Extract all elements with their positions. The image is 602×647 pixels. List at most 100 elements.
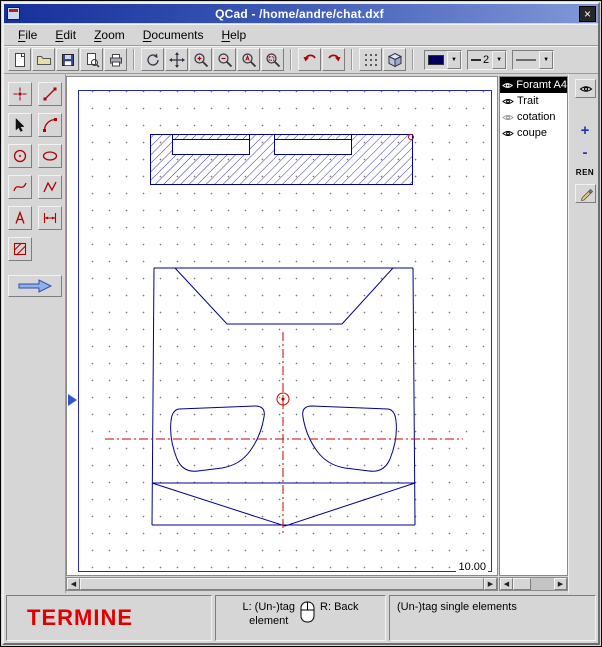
tool-texts-button[interactable] xyxy=(8,206,32,230)
layer-row-coupe[interactable]: coupe xyxy=(500,125,567,141)
zoom-pan-button[interactable] xyxy=(165,48,188,71)
isometric-view-button[interactable] xyxy=(383,48,406,71)
redo-icon xyxy=(326,52,342,68)
zoom-in-button[interactable] xyxy=(189,48,212,71)
grid-toggle-button[interactable] xyxy=(359,48,382,71)
layer-list-hscrollbar[interactable]: ◀ ▶ xyxy=(499,577,568,591)
menu-zoom[interactable]: Zoom xyxy=(85,25,134,45)
chevron-down-icon[interactable]: ▼ xyxy=(492,51,506,69)
tool-lines-button[interactable] xyxy=(38,82,62,106)
line-width-combobox[interactable]: 2 ▼ xyxy=(467,50,507,70)
tool-menu-forward-button[interactable] xyxy=(8,275,62,297)
left-button-hint: L: (Un-)tag element xyxy=(242,601,295,640)
points-tool-icon xyxy=(12,86,28,102)
action-hint-text: (Un-)tag single elements xyxy=(397,601,517,613)
remove-layer-button[interactable]: - xyxy=(569,144,601,161)
zoom-auto-button[interactable] xyxy=(237,48,260,71)
undo-icon xyxy=(302,52,318,68)
line-style-combobox[interactable]: ▼ xyxy=(512,50,554,70)
command-status-panel: TERMINE xyxy=(6,595,212,641)
canvas-hscrollbar[interactable]: ◀ ▶ xyxy=(66,577,498,591)
rename-layer-button[interactable]: REN xyxy=(569,168,601,177)
printer-icon xyxy=(108,52,124,68)
color-combobox[interactable]: ▼ xyxy=(424,50,462,70)
width-sample-icon xyxy=(471,58,481,62)
app-icon[interactable] xyxy=(7,7,20,20)
scroll-right-button[interactable]: ▶ xyxy=(554,578,567,590)
toggle-layer-visibility-button[interactable] xyxy=(575,79,596,98)
menu-documents-rest: ocuments xyxy=(151,28,203,42)
layer-row-trait[interactable]: Trait xyxy=(500,93,567,109)
layer-row-cotation[interactable]: cotation xyxy=(500,109,567,125)
save-document-button[interactable] xyxy=(56,48,79,71)
menu-help-accel: H xyxy=(221,28,230,42)
menu-file[interactable]: File xyxy=(9,25,46,45)
layer-name: Trait xyxy=(517,95,539,107)
tool-arcs-button[interactable] xyxy=(38,113,62,137)
arcs-tool-icon xyxy=(42,117,58,133)
cad-drawing xyxy=(67,77,498,576)
scroll-left-button[interactable]: ◀ xyxy=(500,578,513,590)
undo-button[interactable] xyxy=(298,48,321,71)
print-button[interactable] xyxy=(104,48,127,71)
menu-zoom-rest: oom xyxy=(101,28,124,42)
drawing-canvas[interactable]: 10.00 xyxy=(66,76,498,576)
scroll-thumb[interactable] xyxy=(80,578,484,590)
new-document-icon xyxy=(12,52,28,68)
zoom-out-button[interactable] xyxy=(213,48,236,71)
action-hint-panel: (Un-)tag single elements xyxy=(389,595,596,641)
tool-circles-button[interactable] xyxy=(8,144,32,168)
eye-icon[interactable] xyxy=(502,129,514,138)
tool-select-button[interactable] xyxy=(8,113,32,137)
layer-name: Foramt A4 xyxy=(516,79,567,91)
layer-row-format-a4[interactable]: Foramt A4 xyxy=(500,77,567,93)
tool-polylines-button[interactable] xyxy=(38,175,62,199)
eye-icon[interactable] xyxy=(502,113,514,122)
tool-splines-button[interactable] xyxy=(8,175,32,199)
open-document-button[interactable] xyxy=(32,48,55,71)
close-button[interactable]: × xyxy=(579,6,596,22)
menu-help[interactable]: Help xyxy=(212,25,255,45)
qcad-window: QCad - /home/andre/chat.dxf × File Edit … xyxy=(0,0,602,647)
print-preview-button[interactable] xyxy=(80,48,103,71)
add-layer-button[interactable]: + xyxy=(569,122,601,139)
toolbar: ▼ 2 ▼ ▼ xyxy=(4,46,598,74)
left-hint-line2: element xyxy=(242,615,295,629)
titlebar[interactable]: QCad - /home/andre/chat.dxf × xyxy=(4,4,598,23)
zoom-redraw-button[interactable] xyxy=(141,48,164,71)
scroll-left-button[interactable]: ◀ xyxy=(67,578,80,590)
texts-tool-icon xyxy=(12,210,28,226)
menu-help-rest: elp xyxy=(230,28,246,42)
tool-dimensions-button[interactable] xyxy=(38,206,62,230)
menu-documents[interactable]: Documents xyxy=(134,25,213,45)
statusbar: TERMINE L: (Un-)tag element R: Back (Un-… xyxy=(4,593,598,643)
menu-file-rest: ile xyxy=(25,28,37,42)
window-title: QCad - /home/andre/chat.dxf xyxy=(20,7,579,21)
scroll-thumb[interactable] xyxy=(513,578,531,590)
zoom-auto-icon xyxy=(241,52,257,68)
tool-ellipses-button[interactable] xyxy=(38,144,62,168)
menu-edit[interactable]: Edit xyxy=(46,25,85,45)
layer-name: coupe xyxy=(517,127,547,139)
chevron-down-icon[interactable]: ▼ xyxy=(447,51,461,69)
section-view xyxy=(151,135,414,185)
eye-icon[interactable] xyxy=(502,97,514,106)
redo-button[interactable] xyxy=(322,48,345,71)
eye-icon xyxy=(579,84,593,94)
current-color-swatch xyxy=(428,55,444,65)
grid-icon xyxy=(363,52,379,68)
new-document-button[interactable] xyxy=(8,48,31,71)
mouse-hint-panel: L: (Un-)tag element R: Back xyxy=(215,595,386,641)
right-button-hint: R: Back xyxy=(320,601,359,640)
tool-points-button[interactable] xyxy=(8,82,32,106)
tool-hatches-button[interactable] xyxy=(8,237,32,261)
edit-layer-button[interactable] xyxy=(575,184,596,203)
zoom-window-button[interactable] xyxy=(261,48,284,71)
chevron-down-icon[interactable]: ▼ xyxy=(539,51,553,69)
toolbar-separator xyxy=(130,49,138,70)
scroll-track[interactable] xyxy=(531,578,554,590)
scroll-right-button[interactable]: ▶ xyxy=(484,578,497,590)
select-arrow-icon xyxy=(12,117,28,133)
eye-icon[interactable] xyxy=(502,81,513,90)
mouse-icon xyxy=(300,601,315,623)
